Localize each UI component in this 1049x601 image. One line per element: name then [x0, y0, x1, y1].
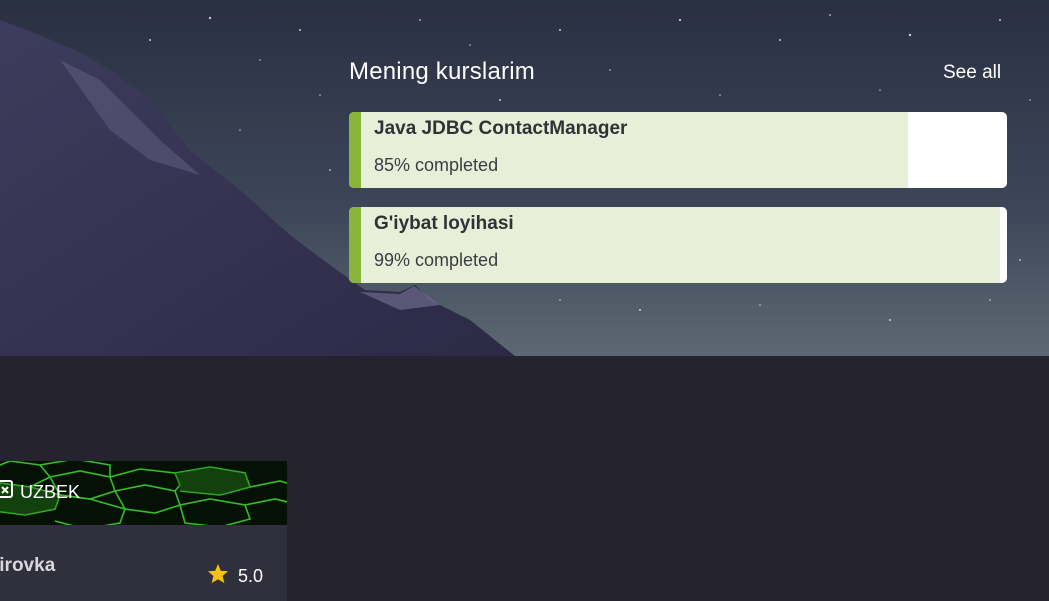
my-courses-title: Mening kurslarim [349, 58, 535, 85]
star-icon [207, 563, 229, 589]
translate-icon [0, 479, 14, 506]
course-accent-bar [349, 207, 361, 283]
course-card-giybat-loyihasi[interactable]: G'iybat loyihasi 99% completed [349, 207, 1007, 283]
course-card-java-jdbc[interactable]: Java JDBC ContactManager 85% completed [349, 112, 1007, 188]
course-banner-image: UZBEK [0, 461, 287, 530]
rating-value: 5.0 [238, 565, 264, 586]
course-name: Java JDBC ContactManager [374, 118, 628, 139]
see-all-link[interactable]: See all [943, 62, 1001, 84]
language-badge: UZBEK [0, 477, 80, 507]
course-accent-bar [349, 112, 361, 188]
language-label: UZBEK [20, 481, 81, 502]
course-rating: 5.0 [207, 563, 263, 589]
course-progress-text: 99% completed [374, 250, 499, 270]
course-title: jirovka [0, 555, 56, 576]
course-progress-text: 85% completed [374, 155, 499, 175]
course-name: G'iybat loyihasi [374, 213, 514, 234]
featured-course-card[interactable]: UZBEK jirovka 5.0 [0, 461, 287, 601]
